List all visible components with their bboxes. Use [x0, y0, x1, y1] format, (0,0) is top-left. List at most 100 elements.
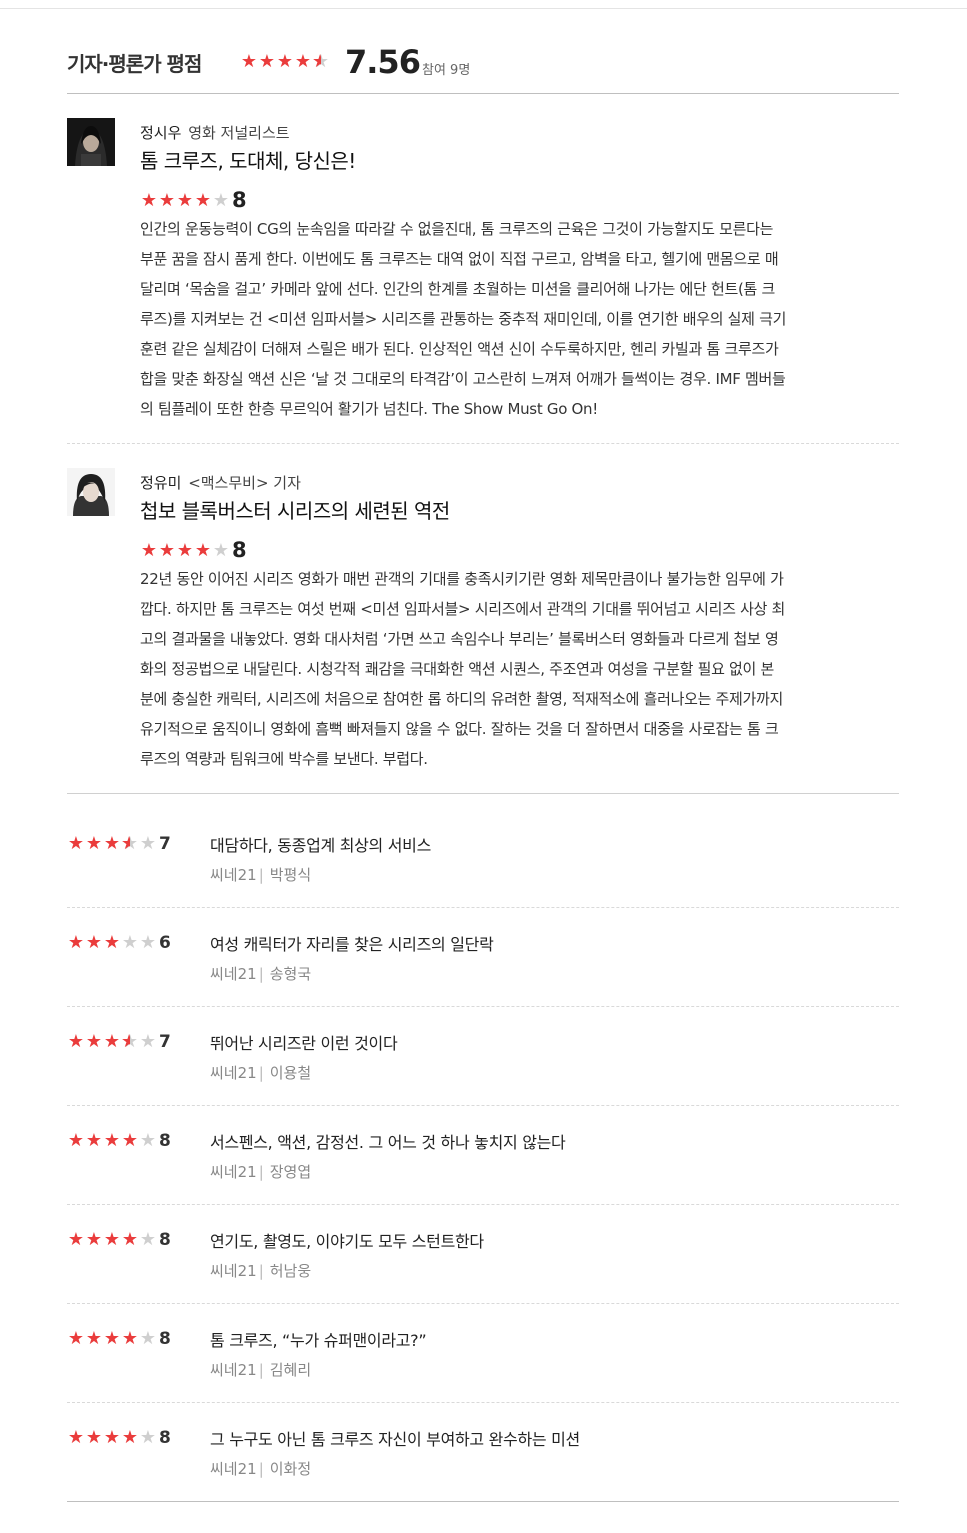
review-body: 22년 동안 이어진 시리즈 영화가 매번 관객의 기대를 충족시키기란 영화 …: [140, 564, 900, 774]
critic-review: 정유미 <맥스무비> 기자 첩보 블록버스터 시리즈의 세련된 역전 ★ ★ ★ ★ ★…: [67, 468, 899, 794]
short-review-rating: ★ ★ ★ ★ ★ 8: [67, 1230, 171, 1250]
section-title: 기자·평론가 평점: [67, 52, 202, 76]
star-icon: ★: [176, 540, 194, 561]
star-icon: ★: [85, 833, 103, 854]
star-icon: ★: [121, 1033, 139, 1052]
review-line: 인간의 운동능력이 CG의 눈속임을 따라갈 수 없을진대, 톰 크루즈의 근육…: [140, 220, 774, 238]
star-icon: ★: [121, 1427, 139, 1448]
star-icon: ★: [103, 1229, 121, 1250]
star-icon: ★: [121, 932, 139, 953]
short-review-rating: ★ ★ ★ ★ ★ 6: [67, 933, 171, 953]
short-review-source: 씨네21 | 이화정: [210, 1458, 311, 1479]
rating-score: 7: [159, 834, 171, 854]
star-icon: ★: [258, 51, 276, 72]
short-review-source: 씨네21 | 박평식: [210, 864, 311, 885]
portrait-icon: [67, 118, 115, 166]
reviewer-name[interactable]: 박평식: [270, 866, 311, 884]
star-icon: ★: [158, 190, 176, 211]
outlet-name: 씨네21: [210, 866, 257, 884]
short-review: ★ ★ ★ ★ ★ 8 서스펜스, 액션, 감정선. 그 어느 것 하나 놓치지 않는다 …: [67, 1105, 899, 1205]
short-review-comment: 대담하다, 동종업계 최상의 서비스: [210, 836, 432, 855]
avatar[interactable]: [67, 118, 115, 166]
star-rating: ★★★★★: [67, 1231, 157, 1249]
star-icon: ★: [139, 833, 157, 854]
star-icon: ★: [67, 1031, 85, 1052]
review-line: 루즈의 역량과 팀워크에 박수를 보낸다. 부럽다.: [140, 750, 428, 768]
critic-rating: ★ ★ ★ ★ ★ 8: [140, 538, 247, 562]
star-icon: ★: [194, 540, 212, 561]
short-review: ★ ★ ★ ★ ★ 8 연기도, 촬영도, 이야기도 모두 스턴트한다 씨네21 | 허남웅: [67, 1204, 899, 1304]
star-icon: ★: [121, 835, 139, 854]
star-icon: ★: [103, 1427, 121, 1448]
critic-byline: 정시우 영화 저널리스트: [140, 122, 290, 143]
star-rating: ★★★★★: [67, 1429, 157, 1447]
rating-score: 8: [232, 188, 247, 212]
star-icon: ★: [312, 53, 330, 72]
star-icon: ★: [212, 540, 230, 561]
outlet-name: 씨네21: [210, 1262, 257, 1280]
review-body: 인간의 운동능력이 CG의 눈속임을 따라갈 수 없을진대, 톰 크루즈의 근육…: [140, 214, 900, 424]
reviewer-name[interactable]: 허남웅: [270, 1262, 311, 1280]
star-icon: ★: [121, 1130, 139, 1151]
star-icon: ★: [103, 833, 121, 854]
critic-name[interactable]: 정시우: [140, 124, 181, 142]
star-icon: ★: [67, 1229, 85, 1250]
review-line: 루즈)를 지켜보는 건 <미션 임파서블> 시리즈를 관통하는 중추적 재미인데…: [140, 310, 787, 328]
star-icon: ★: [276, 51, 294, 72]
star-icon: ★: [140, 190, 158, 211]
divider: |: [258, 1163, 264, 1181]
reviewer-name[interactable]: 송형국: [270, 965, 311, 983]
review-line: 달리며 ‘목숨을 걸고’ 카메라 앞에 선다. 인간의 한계를 초월하는 미션을…: [140, 280, 776, 298]
reviewer-name[interactable]: 이화정: [270, 1460, 311, 1478]
star-icon: ★: [139, 1328, 157, 1349]
review-line: 유기적으로 움직이니 영화에 흠뻑 빠져들지 않을 수 없다. 잘하는 것을 더…: [140, 720, 779, 738]
short-review-comment: 톰 크루즈, “누가 슈퍼맨이라고?”: [210, 1331, 427, 1350]
star-icon: ★: [85, 1130, 103, 1151]
star-icon: ★: [103, 1130, 121, 1151]
star-icon: ★: [294, 51, 312, 72]
review-line: 부푼 꿈을 잠시 품게 한다. 이번에도 톰 크루즈는 대역 없이 직접 구르고…: [140, 250, 779, 268]
divider: |: [258, 1361, 264, 1379]
star-icon: ★: [103, 932, 121, 953]
star-rating: ★★★★★: [67, 1132, 157, 1150]
short-review: ★ ★ ★ ★ ★ 6 여성 캐릭터가 자리를 찾은 시리즈의 일단락 씨네21 | 송형국: [67, 907, 899, 1007]
star-icon: ★: [67, 1328, 85, 1349]
star-rating: ★★★★★: [67, 934, 157, 952]
short-review: ★ ★ ★ ★ ★ 8 그 누구도 아닌 톰 크루즈 자신이 부여하고 완수하는 미션 씨…: [67, 1402, 899, 1502]
star-icon: ★: [212, 190, 230, 211]
star-icon: ★: [85, 1328, 103, 1349]
star-icon: ★: [85, 1229, 103, 1250]
star-icon: ★: [103, 1031, 121, 1052]
critic-name[interactable]: 정유미: [140, 474, 181, 492]
reviewer-name[interactable]: 이용철: [270, 1064, 311, 1082]
short-review-comment: 연기도, 촬영도, 이야기도 모두 스턴트한다: [210, 1232, 484, 1251]
short-review: ★★★★★7 뛰어난 시리즈란 이런 것이다 씨네21|이용철: [67, 1006, 899, 1106]
short-review-source: 씨네21 | 김혜리: [210, 1359, 311, 1380]
short-review-source: 씨네21 | 이용철: [210, 1062, 311, 1083]
star-icon: ★: [85, 1427, 103, 1448]
rating-score: 8: [159, 1230, 171, 1250]
star-icon: ★: [103, 1328, 121, 1349]
critic-rating: ★ ★ ★ ★ ★ 8: [140, 188, 247, 212]
avatar[interactable]: [67, 468, 115, 516]
review-line: 고의 결과물을 내놓았다. 영화 대사처럼 ‘가면 쓰고 속임수나 부리는’ 블…: [140, 630, 779, 648]
rating-score: 7: [159, 1032, 171, 1052]
star-rating: ★★★★★: [140, 542, 230, 560]
divider: |: [258, 1064, 264, 1082]
reviewer-name[interactable]: 장영엽: [270, 1163, 311, 1181]
rating-score: 6: [159, 933, 171, 953]
star-icon: ★: [139, 1130, 157, 1151]
outlet-name: 씨네21: [210, 1163, 257, 1181]
short-review-rating: ★ ★ ★ ★ ★ 8: [67, 1131, 171, 1151]
outlet-name: 씨네21: [210, 1361, 257, 1379]
star-icon: ★: [139, 932, 157, 953]
star-rating: ★★★★★: [67, 1031, 157, 1052]
reviewer-name[interactable]: 김혜리: [270, 1361, 311, 1379]
star-icon: ★: [139, 1031, 157, 1052]
star-rating: ★★★★★: [67, 1330, 157, 1348]
average-star-rating: ★ ★ ★ ★★: [240, 51, 330, 72]
star-icon: ★: [121, 1328, 139, 1349]
short-review: ★★★★★7 대담하다, 동종업계 최상의 서비스 씨네21|박평식: [67, 808, 899, 908]
divider: |: [258, 866, 264, 884]
short-review-rating: ★★★★★7: [67, 1032, 171, 1052]
